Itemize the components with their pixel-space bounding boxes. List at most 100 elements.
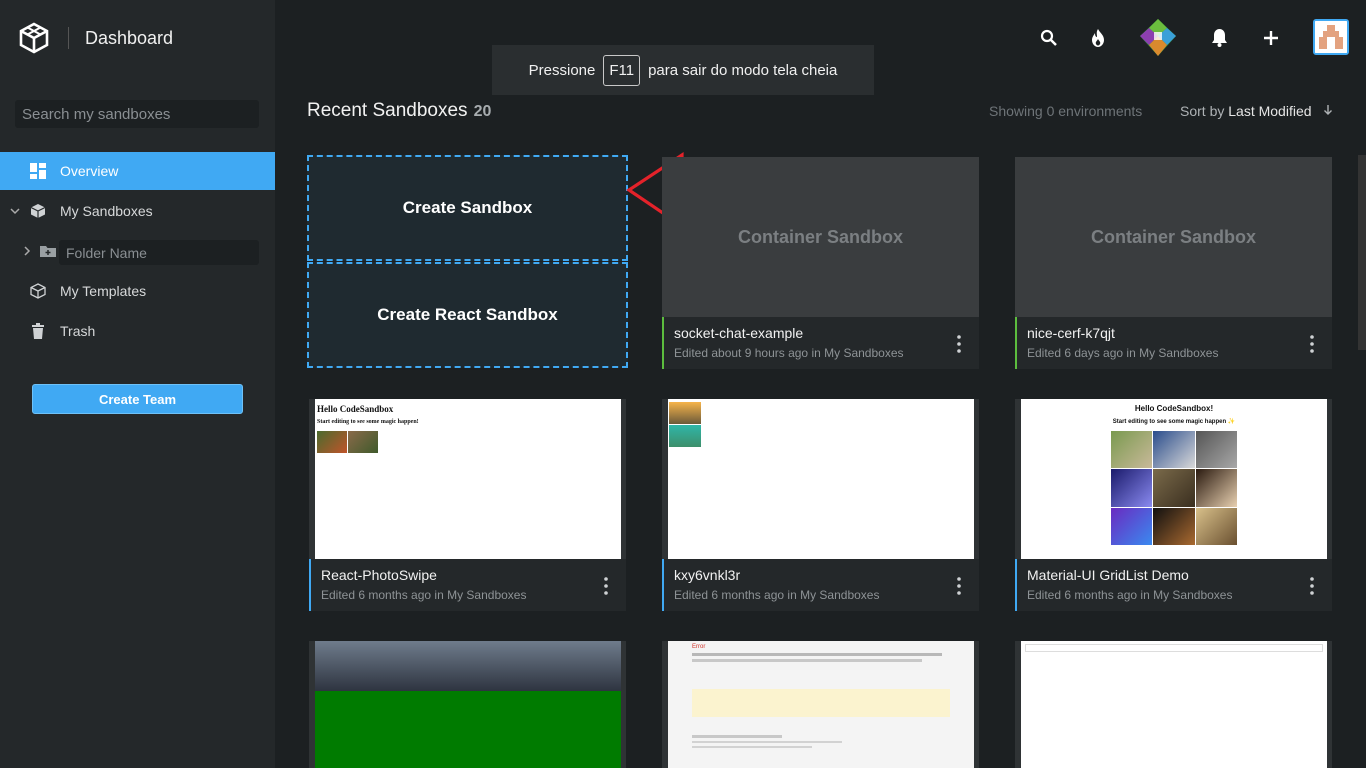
brand-divider bbox=[68, 27, 69, 49]
chevron-down-icon[interactable] bbox=[10, 206, 20, 216]
sidebar-item-overview[interactable]: Overview bbox=[0, 152, 275, 190]
trash-icon bbox=[32, 323, 44, 339]
sidebar-item-my-templates[interactable]: My Templates bbox=[0, 272, 275, 310]
more-vertical-icon[interactable] bbox=[604, 577, 608, 595]
sandbox-card[interactable]: kxy6vnkl3r Edited 6 months ago in My San… bbox=[662, 399, 979, 611]
sort-value: Last Modified bbox=[1228, 103, 1312, 119]
preview-page: Hello CodeSandbox Start editing to see s… bbox=[315, 399, 621, 559]
sandbox-name: socket-chat-example bbox=[674, 325, 804, 341]
arrow-down-icon bbox=[1324, 105, 1333, 115]
search-sandboxes-input[interactable] bbox=[15, 100, 259, 128]
sidebar-item-label: Trash bbox=[60, 323, 96, 339]
template-icon bbox=[30, 283, 46, 299]
sandbox-meta: Edited 6 months ago in My Sandboxes bbox=[321, 588, 527, 602]
sidebar-item-my-sandboxes[interactable]: My Sandboxes bbox=[0, 192, 275, 230]
more-vertical-icon[interactable] bbox=[957, 335, 961, 353]
sandbox-thumbnail[interactable]: Error bbox=[662, 641, 979, 768]
cube-icon bbox=[30, 204, 46, 218]
codesandbox-logo-icon[interactable] bbox=[18, 22, 50, 54]
sandbox-info: socket-chat-example Edited about 9 hours… bbox=[662, 317, 979, 369]
preview-page bbox=[315, 641, 621, 768]
preview-text-line bbox=[692, 653, 942, 656]
sandbox-meta: Edited 6 days ago in My Sandboxes bbox=[1027, 346, 1219, 360]
sandbox-meta: Edited 6 months ago in My Sandboxes bbox=[1027, 588, 1233, 602]
add-folder-icon bbox=[40, 246, 56, 257]
preview-room-image bbox=[315, 641, 621, 691]
container-sandbox-label: Container Sandbox bbox=[1015, 157, 1332, 317]
preview-input bbox=[1025, 644, 1323, 652]
chevron-right-icon[interactable] bbox=[22, 246, 32, 256]
section-title: Recent Sandboxes 20 bbox=[307, 100, 491, 122]
game-avatar-icon[interactable] bbox=[1138, 18, 1178, 58]
sandbox-card[interactable] bbox=[309, 641, 626, 768]
preview-subtitle: Start editing to see some magic happen! bbox=[317, 419, 419, 425]
preview-page: Error bbox=[668, 641, 974, 768]
more-vertical-icon[interactable] bbox=[1310, 577, 1314, 595]
sidebar: Dashboard Overview My Sandboxes My Templ… bbox=[0, 0, 275, 768]
plus-icon[interactable] bbox=[1263, 30, 1279, 46]
sandbox-name: kxy6vnkl3r bbox=[674, 567, 741, 583]
sandbox-thumbnail[interactable] bbox=[662, 399, 979, 559]
brand: Dashboard bbox=[18, 22, 173, 54]
create-team-button[interactable]: Create Team bbox=[32, 384, 243, 414]
sandbox-meta: Edited about 9 hours ago in My Sandboxes bbox=[674, 346, 904, 360]
fullscreen-toast: Pressione F11 para sair do modo tela che… bbox=[492, 45, 874, 95]
sandbox-name: React-PhotoSwipe bbox=[321, 567, 437, 583]
section-title-text: Recent Sandboxes bbox=[307, 100, 468, 121]
sandbox-card[interactable]: Container Sandbox nice-cerf-k7qjt Edited… bbox=[1015, 157, 1332, 369]
create-react-sandbox-button[interactable]: Create React Sandbox bbox=[307, 262, 628, 368]
bell-icon[interactable] bbox=[1211, 28, 1228, 47]
sandbox-info: kxy6vnkl3r Edited 6 months ago in My San… bbox=[662, 559, 979, 611]
preview-page: Hello CodeSandbox! Start editing to see … bbox=[1021, 399, 1327, 559]
preview-subtitle: Start editing to see some magic happen ✨ bbox=[1112, 419, 1236, 425]
overview-icon bbox=[30, 163, 46, 179]
toast-text-before: Pressione bbox=[528, 61, 596, 79]
container-sandbox-label: Container Sandbox bbox=[662, 157, 979, 317]
preview-image bbox=[669, 425, 701, 447]
sandbox-count: 20 bbox=[473, 103, 492, 120]
more-vertical-icon[interactable] bbox=[1310, 335, 1314, 353]
preview-text-line bbox=[692, 659, 922, 662]
preview-image bbox=[348, 431, 378, 453]
sandbox-info: React-PhotoSwipe Edited 6 months ago in … bbox=[309, 559, 626, 611]
sidebar-item-trash[interactable]: Trash bbox=[0, 312, 275, 350]
preview-heading: Hello CodeSandbox! bbox=[1134, 404, 1214, 413]
search-icon[interactable] bbox=[1040, 29, 1058, 47]
sandbox-card[interactable] bbox=[1015, 641, 1332, 768]
sandbox-card[interactable]: Hello CodeSandbox Start editing to see s… bbox=[309, 399, 626, 611]
sandbox-name: Material-UI GridList Demo bbox=[1027, 567, 1189, 583]
preview-page bbox=[1021, 641, 1327, 768]
sandbox-thumbnail[interactable] bbox=[1015, 641, 1332, 768]
folder-name-input[interactable] bbox=[59, 240, 259, 265]
sandbox-thumbnail[interactable]: Container Sandbox bbox=[1015, 157, 1332, 317]
page-title: Dashboard bbox=[85, 27, 174, 48]
preview-page bbox=[668, 399, 974, 559]
preview-image bbox=[669, 402, 701, 424]
sandbox-card[interactable]: Error bbox=[662, 641, 979, 768]
f11-key-badge: F11 bbox=[603, 54, 641, 86]
sandbox-card[interactable]: Hello CodeSandbox! Start editing to see … bbox=[1015, 399, 1332, 611]
sandbox-meta: Edited 6 months ago in My Sandboxes bbox=[674, 588, 880, 602]
user-avatar[interactable] bbox=[1313, 19, 1349, 55]
preview-code-block bbox=[692, 689, 950, 717]
sandbox-thumbnail[interactable]: Hello CodeSandbox Start editing to see s… bbox=[309, 399, 626, 559]
sidebar-item-label: My Templates bbox=[60, 283, 147, 299]
sort-prefix: Sort by bbox=[1180, 103, 1225, 119]
more-vertical-icon[interactable] bbox=[957, 577, 961, 595]
sandbox-info: Material-UI GridList Demo Edited 6 month… bbox=[1015, 559, 1332, 611]
flame-icon[interactable] bbox=[1090, 28, 1106, 48]
preview-image bbox=[317, 431, 347, 453]
sandbox-thumbnail[interactable]: Hello CodeSandbox! Start editing to see … bbox=[1015, 399, 1332, 559]
scrollbar[interactable] bbox=[1358, 155, 1366, 350]
sidebar-item-label: My Sandboxes bbox=[60, 203, 153, 219]
user-avatar-icon bbox=[1315, 21, 1347, 53]
sandbox-thumbnail[interactable] bbox=[309, 641, 626, 768]
sort-dropdown[interactable]: Sort by Last Modified bbox=[1180, 103, 1333, 119]
create-sandbox-button[interactable]: Create Sandbox bbox=[307, 155, 628, 261]
preview-green-area bbox=[315, 691, 621, 768]
sandbox-thumbnail[interactable]: Container Sandbox bbox=[662, 157, 979, 317]
preview-heading: Hello CodeSandbox bbox=[317, 404, 394, 414]
sandbox-card[interactable]: Container Sandbox socket-chat-example Ed… bbox=[662, 157, 979, 369]
sandbox-info: nice-cerf-k7qjt Edited 6 days ago in My … bbox=[1015, 317, 1332, 369]
sidebar-item-label: Overview bbox=[60, 163, 119, 179]
